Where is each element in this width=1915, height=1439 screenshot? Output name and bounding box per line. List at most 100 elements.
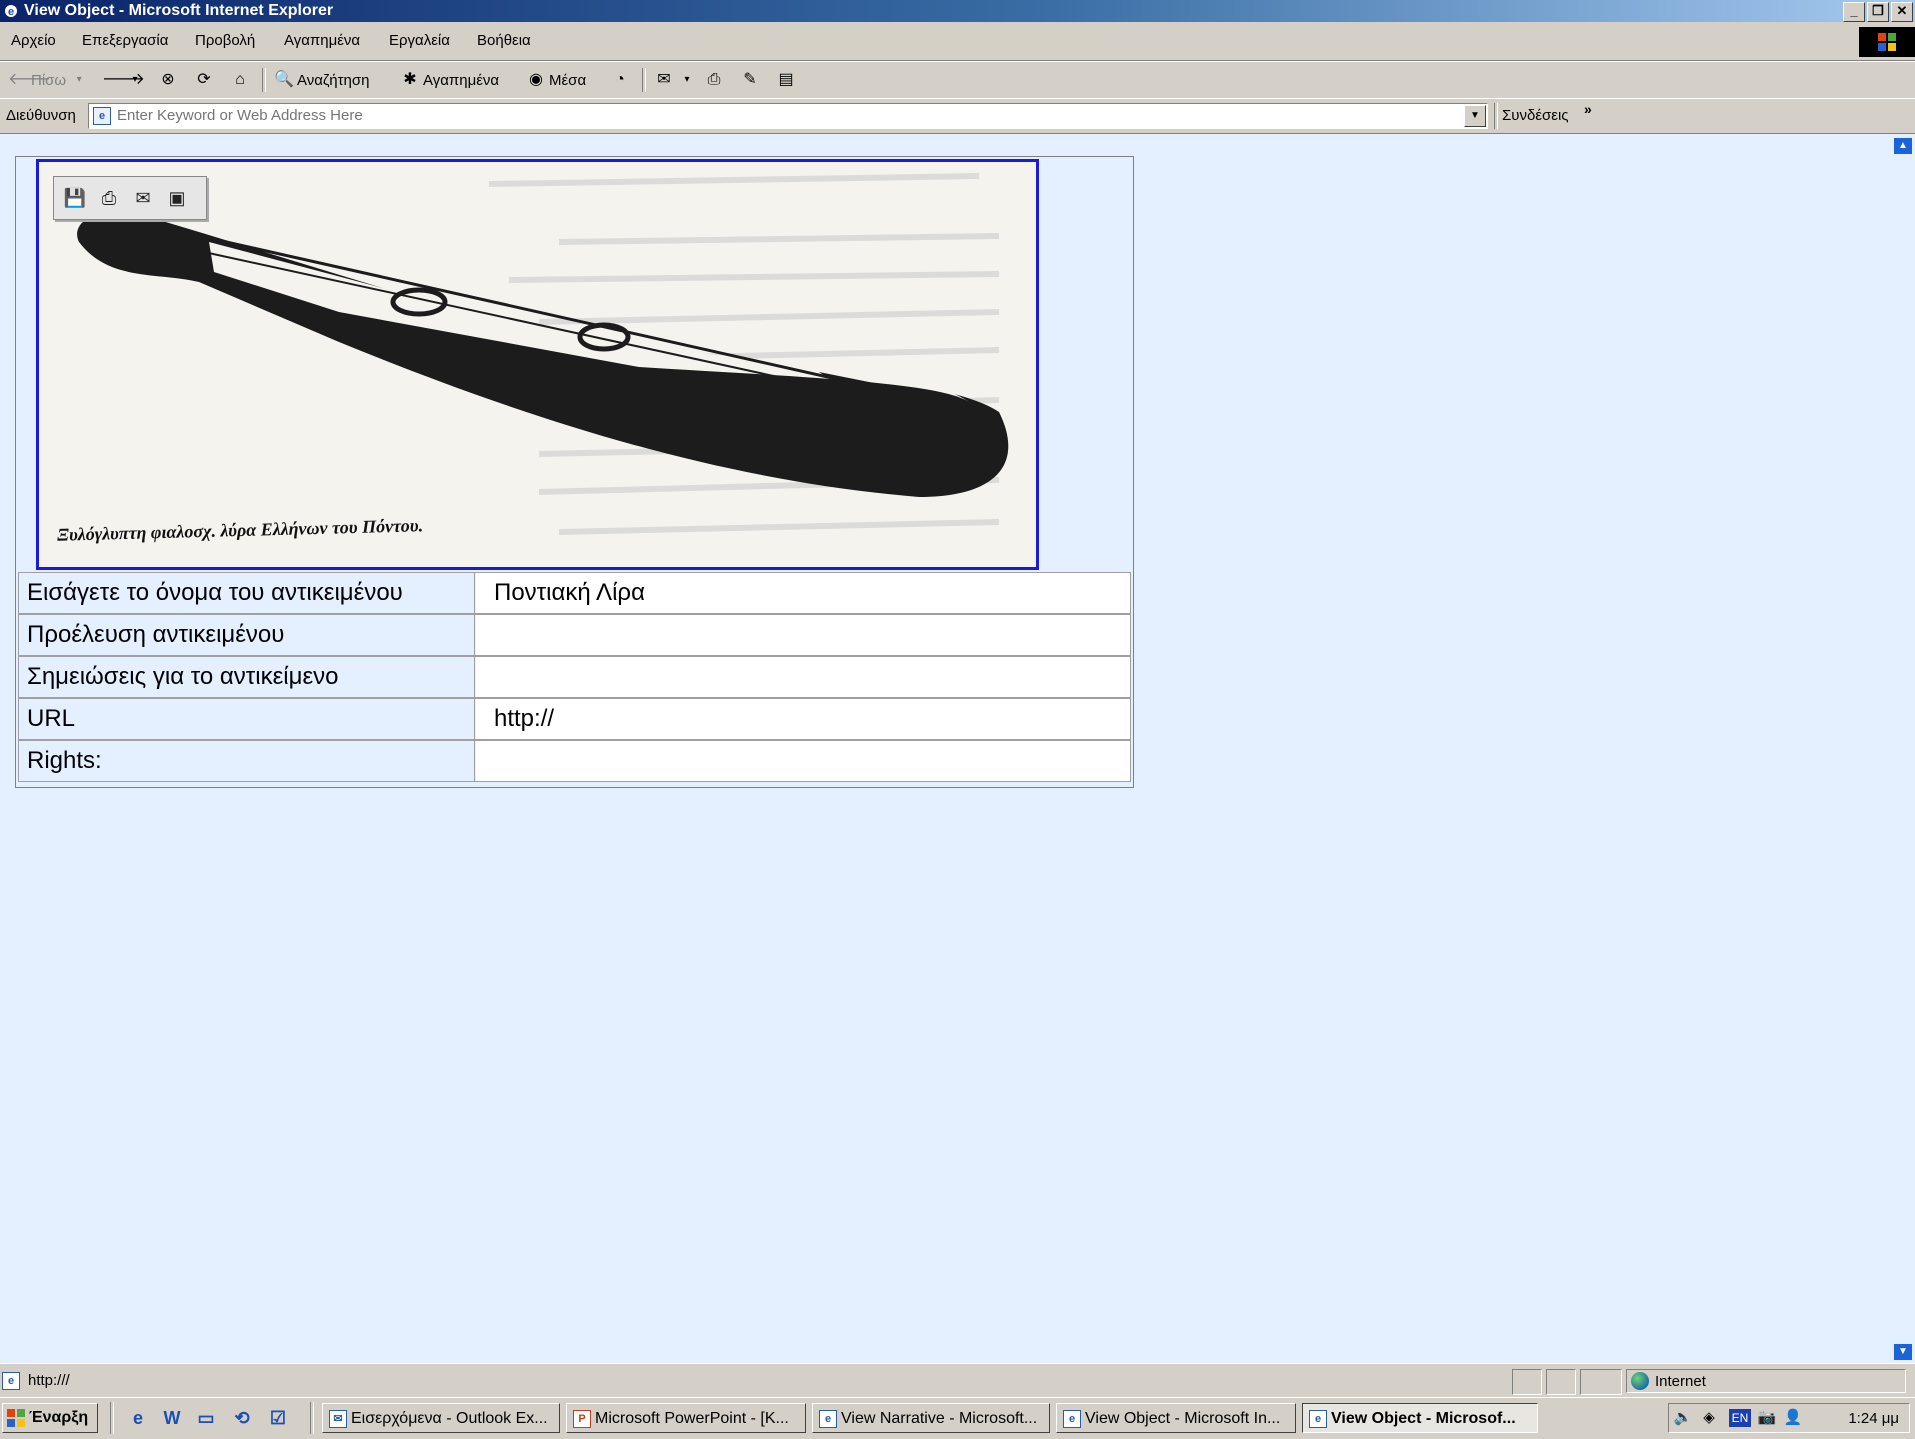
- discuss-button[interactable]: ▤: [776, 70, 796, 90]
- volume-icon[interactable]: 🔈: [1673, 1408, 1693, 1428]
- forward-button[interactable]: 🡒 ▾: [102, 70, 145, 90]
- field-label: Προέλευση αντικειμένου: [19, 615, 475, 655]
- save-image-icon[interactable]: 💾: [62, 185, 88, 211]
- task-label: View Object - Microsof...: [1331, 1410, 1516, 1427]
- address-input[interactable]: [117, 105, 1447, 125]
- sync-quicklaunch-icon[interactable]: ⟲: [230, 1406, 254, 1430]
- task-label: Microsoft PowerPoint - [K...: [595, 1410, 789, 1427]
- standard-toolbar: 🡐 Πίσω ▾ 🡒 ▾ ⊗ ⟳ ⌂ 🔍 Αναζήτηση ✱ Αγαπημέ…: [0, 61, 1915, 99]
- task-outlook[interactable]: ✉ Εισερχόμενα - Outlook Ex...: [322, 1403, 560, 1433]
- links-separator: [1494, 103, 1498, 129]
- camera-icon[interactable]: 📷: [1757, 1408, 1777, 1428]
- title-bar: e View Object - Microsoft Internet Explo…: [0, 0, 1915, 22]
- home-button[interactable]: ⌂: [230, 70, 250, 90]
- chevron-down-icon: ▾: [684, 74, 690, 85]
- field-label: Rights:: [19, 741, 475, 781]
- home-icon: ⌂: [235, 71, 245, 88]
- chevron-down-icon: ▾: [132, 74, 138, 85]
- links-button[interactable]: Συνδέσεις: [1502, 107, 1569, 124]
- field-value[interactable]: [476, 657, 1130, 697]
- minimize-button[interactable]: _: [1843, 2, 1865, 22]
- menu-help[interactable]: Βοήθεια: [477, 32, 531, 49]
- object-table: 💾 ⎙ ✉ ▣ Ξυλόγλυπτη φιαλοσχ. λύρα Ελλήνων…: [15, 156, 1134, 788]
- mail-button[interactable]: ✉ ▾: [654, 70, 697, 90]
- menu-view[interactable]: Προβολή: [195, 32, 255, 49]
- field-row-notes: Σημειώσεις για το αντικείμενο: [18, 656, 1131, 698]
- print-icon: ⎙: [707, 71, 721, 88]
- ie-icon: e: [1063, 1410, 1081, 1428]
- word-quicklaunch-icon[interactable]: W: [160, 1406, 184, 1430]
- field-value[interactable]: [476, 741, 1130, 781]
- clock[interactable]: 1:24 μμ: [1848, 1410, 1899, 1427]
- ie-quicklaunch-icon[interactable]: e: [126, 1406, 150, 1430]
- toolbar-separator: [642, 68, 646, 92]
- taskbar-separator: [310, 1402, 314, 1434]
- chevron-right-icon[interactable]: »: [1584, 101, 1592, 117]
- field-value[interactable]: http://: [476, 699, 1130, 739]
- field-value[interactable]: [476, 615, 1130, 655]
- refresh-icon: ⟳: [197, 71, 211, 88]
- field-row-url: URL http://: [18, 698, 1131, 740]
- ie-icon: e: [1309, 1410, 1327, 1428]
- task-label: View Object - Microsoft In...: [1085, 1410, 1281, 1427]
- network-icon[interactable]: ◈: [1699, 1408, 1719, 1428]
- menu-edit[interactable]: Επεξεργασία: [82, 32, 168, 49]
- search-label: Αναζήτηση: [297, 71, 370, 89]
- stop-button[interactable]: ⊗: [158, 70, 178, 90]
- scroll-up-button[interactable]: ▲: [1894, 138, 1912, 154]
- task-view-object-active[interactable]: e View Object - Microsof...: [1302, 1403, 1538, 1433]
- page-icon: e: [2, 1372, 20, 1390]
- mail-icon: ✉: [657, 71, 671, 88]
- object-image[interactable]: 💾 ⎙ ✉ ▣ Ξυλόγλυπτη φιαλοσχ. λύρα Ελλήνων…: [36, 159, 1039, 570]
- my-pictures-icon[interactable]: ▣: [164, 185, 190, 211]
- desktop-quicklaunch-icon[interactable]: ▭: [194, 1406, 218, 1430]
- chevron-down-icon: ▾: [76, 74, 82, 85]
- search-button[interactable]: 🔍 Αναζήτηση: [274, 70, 369, 90]
- ie-icon: e: [3, 3, 19, 19]
- print-image-icon[interactable]: ⎙: [96, 185, 122, 211]
- status-pane: [1512, 1369, 1542, 1395]
- menu-favorites[interactable]: Αγαπημένα: [284, 32, 360, 49]
- checklist-quicklaunch-icon[interactable]: ☑: [266, 1406, 290, 1430]
- media-label: Μέσα: [549, 71, 587, 89]
- back-button[interactable]: 🡐 Πίσω ▾: [8, 70, 89, 90]
- start-button[interactable]: Έναρξη: [2, 1403, 98, 1433]
- media-button[interactable]: ◉ Μέσα: [526, 70, 586, 90]
- user-icon[interactable]: 👤: [1783, 1408, 1803, 1428]
- task-view-narrative[interactable]: e View Narrative - Microsoft...: [812, 1403, 1050, 1433]
- address-dropdown-button[interactable]: ▼: [1464, 105, 1486, 127]
- status-bar: e http:/// Internet: [0, 1363, 1915, 1398]
- menu-tools[interactable]: Εργαλεία: [389, 32, 450, 49]
- restore-button[interactable]: ❐: [1867, 2, 1889, 22]
- close-button[interactable]: ✕: [1891, 2, 1913, 22]
- powerpoint-icon: P: [573, 1410, 591, 1428]
- field-row-origin: Προέλευση αντικειμένου: [18, 614, 1131, 656]
- task-powerpoint[interactable]: P Microsoft PowerPoint - [K...: [566, 1403, 806, 1433]
- field-value[interactable]: Ποντιακή Λίρα: [476, 573, 1130, 613]
- windows-logo: [1859, 27, 1915, 57]
- status-text: http:///: [28, 1372, 70, 1389]
- back-arrow-icon: 🡐: [8, 71, 51, 88]
- zone-label: Internet: [1655, 1372, 1706, 1390]
- edit-button[interactable]: ✎: [740, 70, 760, 90]
- menu-file[interactable]: Αρχείο: [11, 32, 56, 49]
- field-label: URL: [19, 699, 475, 739]
- task-view-object[interactable]: e View Object - Microsoft In...: [1056, 1403, 1296, 1433]
- favorites-label: Αγαπημένα: [423, 71, 500, 89]
- page-icon: e: [93, 107, 111, 125]
- svg-text:e: e: [8, 6, 14, 18]
- address-box: e ▼: [88, 103, 1488, 129]
- email-image-icon[interactable]: ✉: [130, 185, 156, 211]
- task-label: Εισερχόμενα - Outlook Ex...: [351, 1410, 548, 1427]
- language-indicator[interactable]: EN: [1729, 1409, 1751, 1427]
- taskbar-separator: [110, 1402, 114, 1434]
- favorites-button[interactable]: ✱ Αγαπημένα: [400, 70, 499, 90]
- refresh-button[interactable]: ⟳: [194, 70, 214, 90]
- media-icon: ◉: [529, 71, 543, 88]
- history-button[interactable]: ◔: [610, 70, 630, 90]
- address-bar: Διεύθυνση e ▼ Συνδέσεις »: [0, 98, 1915, 133]
- history-icon: ◔: [615, 71, 625, 88]
- scroll-down-button[interactable]: ▼: [1894, 1344, 1912, 1360]
- print-button[interactable]: ⎙: [704, 70, 724, 90]
- taskbar: Έναρξη e W ▭ ⟲ ☑ ✉ Εισερχόμενα - Outlook…: [0, 1397, 1915, 1439]
